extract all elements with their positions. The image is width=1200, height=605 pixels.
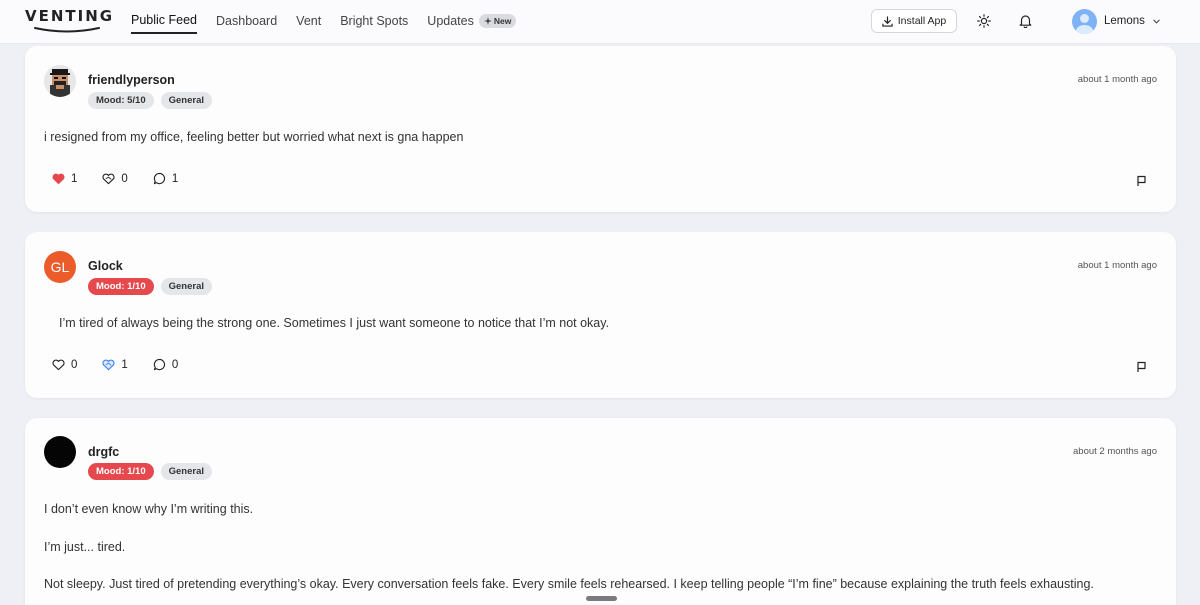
heart-handshake-active-icon [102,359,115,370]
sun-icon [977,14,991,28]
post-actions: 0 1 0 [52,358,203,371]
hug-button[interactable]: 1 [102,358,128,371]
new-badge: New [478,14,517,28]
post-timestamp: about 1 month ago [1077,260,1157,271]
notifications-button[interactable] [1015,11,1035,31]
post-text-line: Not sleepy. Just tired of pretending eve… [44,577,1094,591]
nav-links: Public Feed Dashboard Vent Bright Spots … [131,13,535,34]
theme-toggle-button[interactable] [974,11,994,31]
mood-badge: Mood: 1/10 [88,463,154,480]
like-button[interactable]: 1 [52,173,77,185]
sparkle-icon [483,17,492,25]
nav-bright-spots-label: Bright Spots [340,14,409,28]
post-username[interactable]: drgfc [88,445,119,459]
user-avatar [1072,8,1097,34]
download-icon [882,15,893,27]
post-timestamp: about 2 months ago [1073,446,1157,457]
chevron-down-icon [1153,19,1160,24]
post-tags: Mood: 1/10 General [88,463,213,480]
nav-vent-label: Vent [296,14,322,28]
logo-text: VENTING [25,7,115,25]
post-tags: Mood: 1/10 General [88,278,213,295]
heart-icon [52,359,65,370]
post-actions: 1 0 1 [52,172,203,185]
heart-handshake-icon [102,173,115,184]
report-button[interactable] [1136,174,1147,192]
comment-icon [153,172,165,185]
comment-count: 1 [171,172,179,185]
nav-updates-label: Updates [427,14,474,28]
comment-button[interactable]: 1 [153,172,178,185]
flag-icon [1137,175,1146,186]
post-timestamp: about 1 month ago [1077,74,1157,85]
hug-count: 0 [121,172,128,185]
mood-badge: Mood: 1/10 [88,278,154,295]
post-avatar[interactable] [44,436,76,468]
post-username[interactable]: friendlyperson [88,73,175,87]
nav-public-feed[interactable]: Public Feed [131,13,198,34]
nav-public-feed-label: Public Feed [131,13,198,27]
post-text: i resigned from my office, feeling bette… [44,130,464,144]
nav-dashboard[interactable]: Dashboard [216,13,277,34]
post-card: friendlyperson Mood: 5/10 General about … [25,46,1176,212]
nav-dashboard-label: Dashboard [216,14,278,28]
flag-icon [1137,361,1146,372]
post-text-line: I’m just... tired. [44,540,126,554]
post-username[interactable]: Glock [88,259,123,273]
nav-bright-spots[interactable]: Bright Spots [340,13,408,34]
like-count: 1 [71,172,78,185]
post-avatar[interactable] [44,65,76,97]
post-text: I’m tired of always being the strong one… [59,316,610,330]
avatar-initials: GL [50,259,70,275]
post-tags: Mood: 5/10 General [88,92,213,109]
like-button[interactable]: 0 [52,359,77,371]
scroll-handle[interactable] [586,596,617,601]
user-name: Lemons [1104,15,1145,27]
report-button[interactable] [1136,360,1147,378]
new-badge-label: New [493,16,512,26]
logo[interactable]: VENTING [25,7,115,35]
post-card: drgfc Mood: 1/10 General about 2 months … [25,418,1176,605]
logo-swoosh-icon [34,27,100,33]
install-app-label: Install App [897,15,947,27]
heart-filled-icon [52,173,65,184]
post-card: GL Glock Mood: 1/10 General about 1 mont… [25,232,1176,398]
nav-vent[interactable]: Vent [296,13,321,34]
category-badge: General [160,463,213,480]
install-app-button[interactable]: Install App [871,9,957,33]
post-avatar[interactable]: GL [44,251,76,283]
like-count: 0 [71,358,78,371]
hug-count: 1 [121,358,128,371]
comment-icon [153,358,165,371]
nav-updates[interactable]: Updates New [427,13,517,34]
pixel-avatar-icon [44,65,76,97]
post-text-line: I don’t even know why I’m writing this. [44,502,254,516]
mood-badge: Mood: 5/10 [88,92,154,109]
bell-icon [1019,15,1031,28]
category-badge: General [160,92,213,109]
user-menu[interactable]: Lemons [1072,8,1161,34]
hug-button[interactable]: 0 [102,172,128,185]
comment-count: 0 [171,358,179,371]
top-nav: VENTING Public Feed Dashboard Vent Brigh… [0,0,1200,44]
category-badge: General [160,278,213,295]
comment-button[interactable]: 0 [153,358,178,371]
